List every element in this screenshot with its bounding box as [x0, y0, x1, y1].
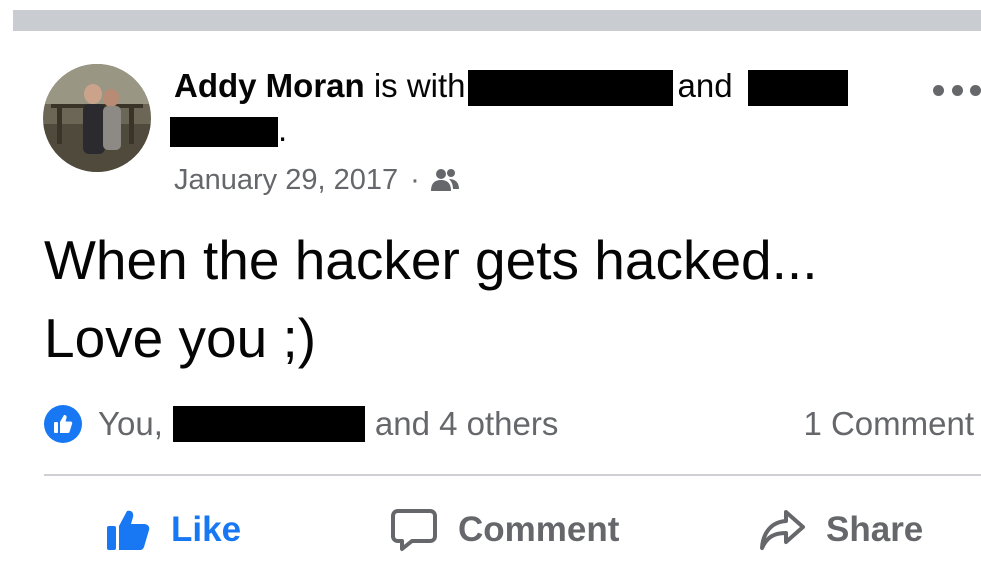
post-date[interactable]: January 29, 2017	[174, 164, 398, 197]
like-button[interactable]: Like	[105, 495, 241, 565]
redacted-name	[172, 406, 365, 442]
redacted-name	[747, 70, 848, 107]
header-period: .	[278, 111, 288, 148]
redacted-name	[170, 117, 278, 148]
avatar[interactable]	[43, 64, 151, 172]
redacted-name	[467, 70, 673, 107]
post-meta: January 29, 2017 ·	[174, 160, 460, 200]
share-arrow-icon	[760, 510, 805, 550]
top-separator-bar	[13, 10, 981, 31]
reactions-suffix: and 4 others	[374, 405, 559, 442]
meta-separator: ·	[410, 163, 420, 196]
friends-icon	[430, 169, 459, 191]
comments-count-link[interactable]: 1 Comment	[803, 401, 974, 447]
divider	[44, 474, 981, 476]
action-bar: Like Comment Share	[0, 495, 981, 565]
reactions-summary[interactable]: You, and 4 others	[44, 401, 558, 447]
share-label: Share	[826, 510, 924, 549]
author-name[interactable]: Addy Moran	[174, 67, 365, 104]
post-header-continued: .	[170, 111, 288, 148]
with-text: is with	[373, 67, 466, 104]
post-text: When the hacker gets hacked... Love you …	[44, 221, 818, 377]
and-text: and	[677, 67, 733, 104]
reactions-prefix: You,	[98, 405, 163, 442]
more-options-icon[interactable]	[933, 80, 981, 100]
like-label: Like	[171, 510, 242, 549]
post-text-line: When the hacker gets hacked...	[44, 229, 818, 291]
comment-label: Comment	[458, 510, 620, 549]
post-text-line: Love you ;)	[44, 307, 317, 369]
like-badge-icon	[44, 405, 82, 443]
share-button[interactable]: Share	[758, 495, 923, 565]
comment-button[interactable]: Comment	[390, 495, 619, 565]
comment-icon	[391, 509, 437, 551]
avatar-photo	[43, 64, 151, 172]
thumbs-up-icon	[107, 510, 150, 550]
post-header: Addy Moran is with and	[174, 64, 848, 108]
